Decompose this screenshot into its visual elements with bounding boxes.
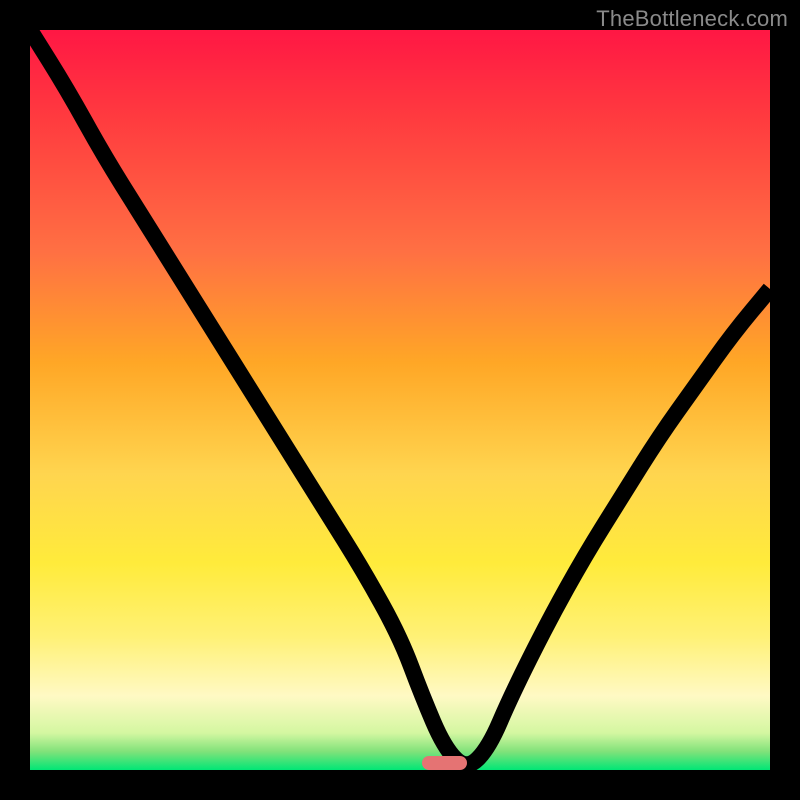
plot-area: [30, 30, 770, 770]
chart-frame: TheBottleneck.com: [0, 0, 800, 800]
optimal-marker: [422, 756, 466, 770]
curve-path: [30, 30, 770, 764]
watermark-text: TheBottleneck.com: [596, 6, 788, 32]
bottleneck-curve: [30, 30, 770, 770]
